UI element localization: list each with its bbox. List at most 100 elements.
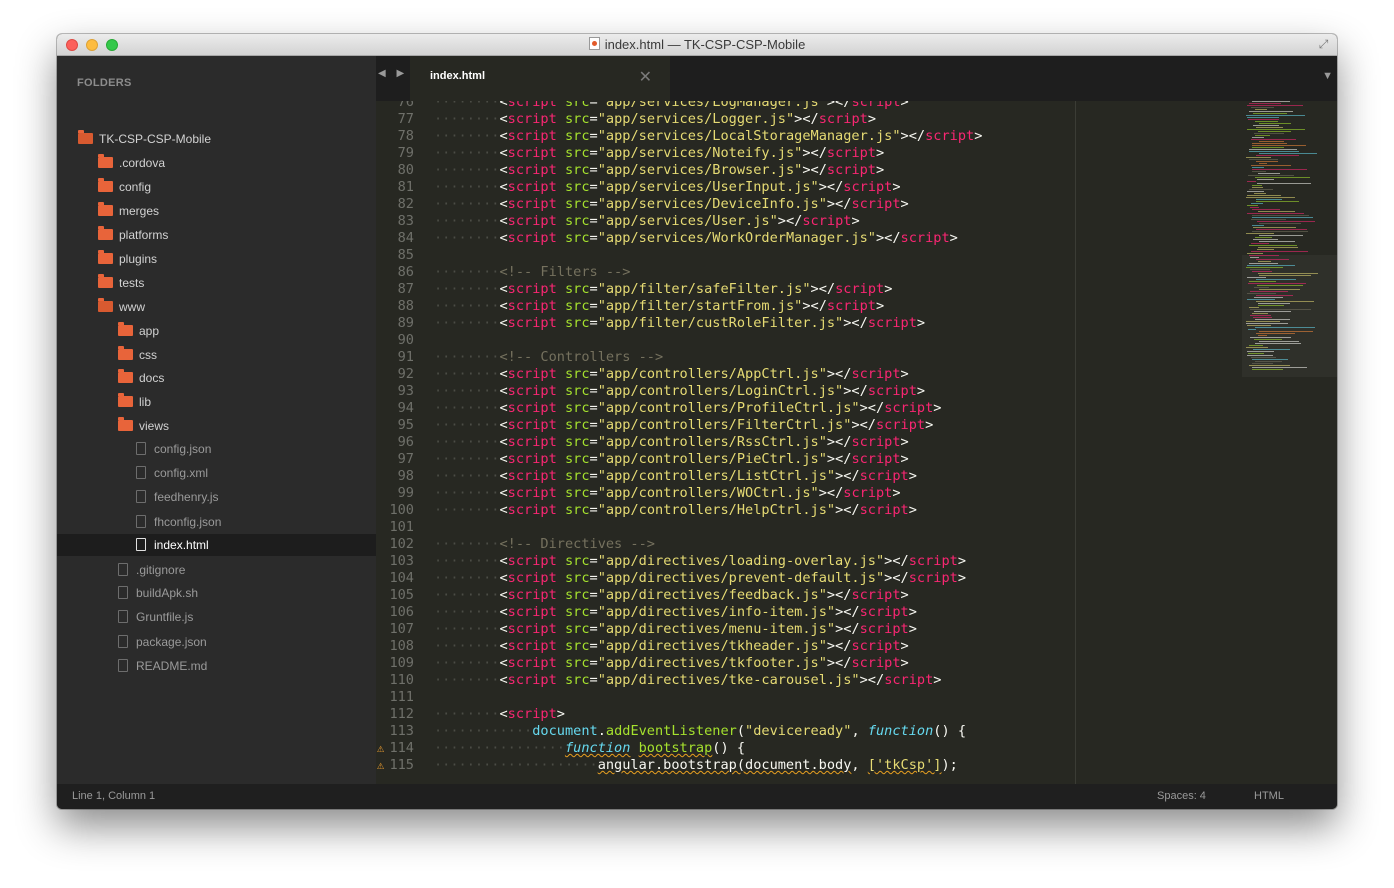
minimap-line: [1259, 275, 1311, 276]
minimap-line: [1246, 197, 1295, 198]
fullscreen-icon[interactable]: ⤢: [1317, 38, 1330, 51]
code-line: 104 ········<script src="app/directives/p…: [376, 570, 1256, 587]
file-item[interactable]: feedhenry.js: [136, 487, 218, 507]
code-text: ········<script src="app/services/Browse…: [434, 162, 885, 178]
tree-item-label: lib: [139, 395, 152, 409]
code-line: 93 ········<script src="app/controllers/L…: [376, 383, 1256, 400]
code-line: 102 ········<!-- Directives -->: [376, 536, 1256, 553]
code-text: ········<script src="app/services/LogMan…: [434, 101, 909, 110]
code-line: 105 ········<script src="app/directives/f…: [376, 587, 1256, 604]
file-item[interactable]: config.json: [136, 439, 211, 459]
code-line: 113 ············document.addEventListener…: [376, 723, 1256, 740]
code-text: ········<script src="app/controllers/Rss…: [434, 434, 909, 450]
folder-item[interactable]: merges: [98, 201, 159, 221]
line-number: 105: [389, 587, 414, 603]
minimap-line: [1252, 359, 1288, 360]
folder-icon: [98, 250, 113, 264]
syntax-setting[interactable]: HTML: [1254, 790, 1284, 802]
tree-item-label: package.json: [136, 635, 207, 649]
js-file-icon: [118, 610, 128, 623]
indentation-setting[interactable]: Spaces: 4: [1157, 790, 1206, 802]
folder-item[interactable]: views: [118, 416, 169, 436]
minimap-line: [1249, 159, 1278, 160]
tree-item-label: TK-CSP-CSP-Mobile: [99, 132, 212, 146]
file-item[interactable]: index.html: [136, 535, 209, 555]
minimap-line: [1246, 323, 1288, 324]
warning-icon[interactable]: ⚠: [377, 759, 391, 772]
code-text: ········<script src="app/services/User.j…: [434, 213, 860, 229]
code-line: 88 ········<script src="app/filter/startF…: [376, 298, 1256, 315]
minimap-line: [1249, 111, 1293, 112]
minimap-line: [1249, 189, 1273, 190]
close-tab-icon[interactable]: ✕: [639, 67, 652, 87]
folder-icon: [118, 417, 133, 431]
folder-item[interactable]: platforms: [98, 225, 168, 245]
minimap-line: [1252, 167, 1264, 168]
line-number: 90: [397, 332, 414, 348]
minimap-line: [1249, 151, 1299, 152]
minimap-line: [1255, 121, 1278, 122]
code-line: 100 ········<script src="app/controllers/…: [376, 502, 1256, 519]
code-editor[interactable]: 76 ········<script src="app/services/LogM…: [376, 101, 1337, 784]
tree-item-label: fhconfig.json: [154, 515, 222, 529]
file-item[interactable]: README.md: [118, 656, 207, 676]
folder-item[interactable]: lib: [118, 392, 151, 412]
minimap[interactable]: [1242, 101, 1337, 784]
minimap-line: [1252, 137, 1264, 138]
line-number: 100: [389, 502, 414, 518]
code-text: ········<script src="app/services/WorkOr…: [434, 230, 958, 246]
line-number: 111: [389, 689, 414, 705]
minimap-line: [1252, 225, 1264, 226]
tab-dropdown-icon[interactable]: ▼: [1322, 70, 1333, 82]
code-line: 111: [376, 689, 1256, 706]
code-line: 114 ················function bootstrap() …: [376, 740, 1256, 757]
folder-item[interactable]: tests: [98, 273, 144, 293]
file-item[interactable]: config.xml: [136, 463, 208, 483]
code-line: 106 ········<script src="app/directives/i…: [376, 604, 1256, 621]
warning-icon[interactable]: ⚠: [377, 742, 391, 755]
code-text: ········<script src="app/directives/feed…: [434, 587, 909, 603]
folder-item[interactable]: docs: [118, 368, 164, 388]
folder-item[interactable]: TK-CSP-CSP-Mobile: [78, 129, 211, 149]
minimap-line: [1252, 363, 1273, 364]
minimap-line: [1247, 299, 1275, 300]
file-item[interactable]: Gruntfile.js: [118, 607, 193, 627]
code-line: 90: [376, 332, 1256, 349]
minimap-line: [1251, 219, 1286, 220]
tree-item-label: docs: [139, 371, 165, 385]
file-item[interactable]: .gitignore: [118, 560, 185, 580]
minimap-line: [1247, 195, 1281, 196]
folder-item[interactable]: .cordova: [98, 153, 165, 173]
minimap-line: [1256, 199, 1282, 200]
line-number: 113: [389, 723, 414, 739]
minimap-line: [1252, 209, 1280, 210]
folder-icon: [118, 393, 133, 407]
minimap-line: [1257, 285, 1303, 286]
code-text: ········<script src="app/filter/startFro…: [434, 298, 885, 314]
minimap-line: [1252, 169, 1307, 170]
file-item[interactable]: fhconfig.json: [136, 512, 221, 532]
folder-item[interactable]: config: [98, 177, 151, 197]
tree-item-label: README.md: [136, 659, 208, 673]
folder-item[interactable]: css: [118, 345, 157, 365]
code-text: ········<script src="app/controllers/Fil…: [434, 417, 934, 433]
tab-index-html[interactable]: index.html ✕: [410, 56, 670, 101]
folder-open-icon: [98, 298, 113, 312]
code-text: ········<script src="app/services/Device…: [434, 196, 909, 212]
code-text: ········<script src="app/directives/tke-…: [434, 672, 942, 688]
folder-item[interactable]: www: [98, 297, 145, 317]
code-line: 108 ········<script src="app/directives/t…: [376, 638, 1256, 655]
line-number: 97: [397, 451, 414, 467]
file-item[interactable]: package.json: [118, 632, 207, 652]
minimap-line: [1259, 289, 1300, 290]
folder-item[interactable]: plugins: [98, 249, 157, 269]
folder-item[interactable]: app: [118, 321, 159, 341]
minimap-line: [1255, 135, 1270, 136]
minimap-line: [1258, 247, 1298, 248]
minimap-line: [1252, 369, 1283, 370]
file-item[interactable]: buildApk.sh: [118, 583, 198, 603]
code-line: 83 ········<script src="app/services/User…: [376, 213, 1256, 230]
minimap-line: [1259, 235, 1303, 236]
minimap-line: [1251, 165, 1291, 166]
tab-nav-arrows-icon[interactable]: ◀ ▶: [378, 68, 408, 79]
